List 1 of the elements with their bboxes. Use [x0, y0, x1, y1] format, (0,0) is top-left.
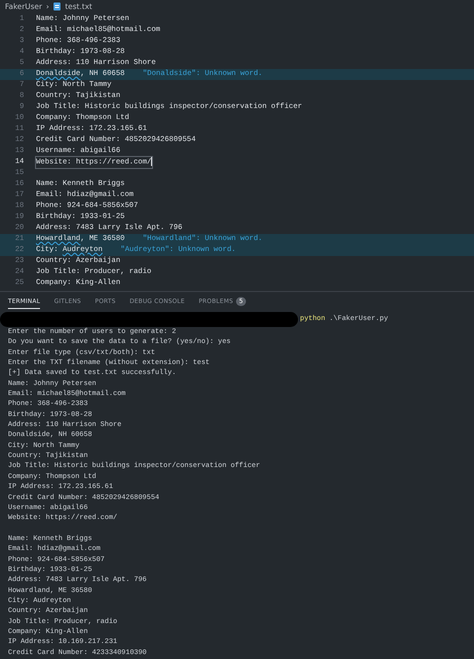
text-file-icon: [53, 2, 62, 11]
